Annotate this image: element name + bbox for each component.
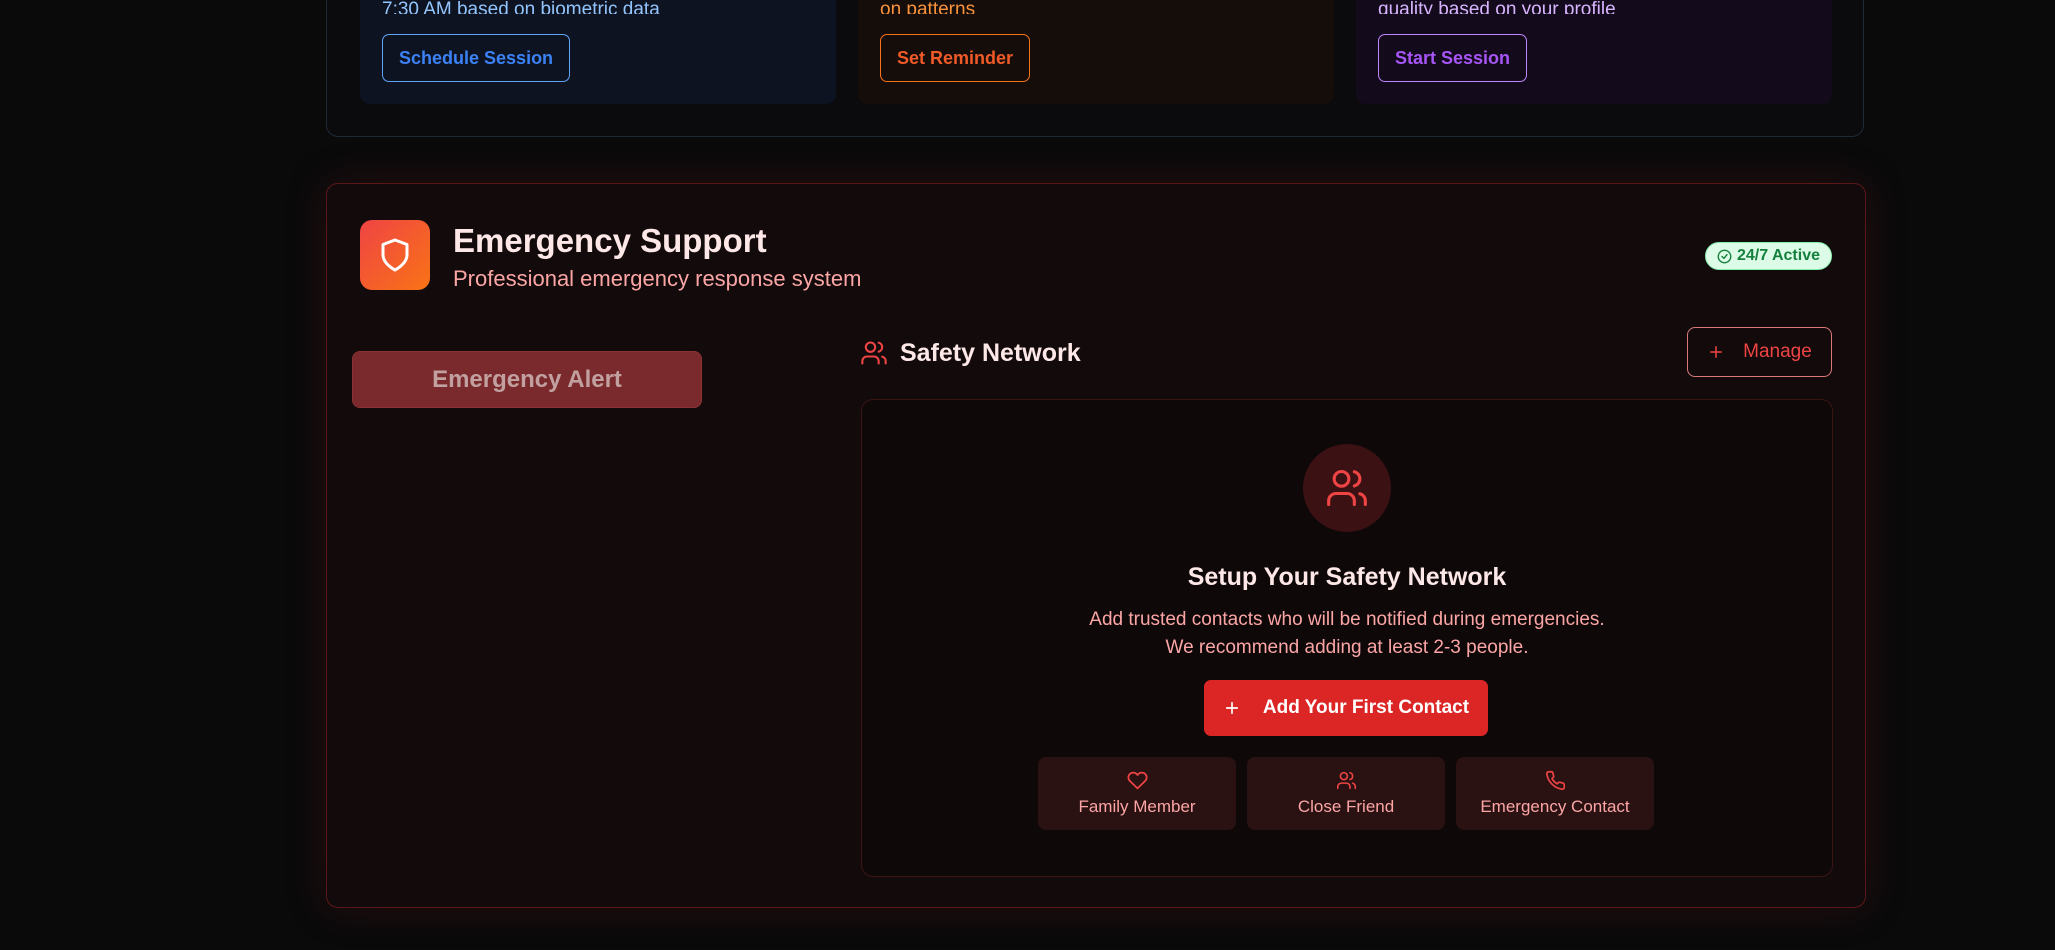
set-reminder-button[interactable]: Set Reminder [880,34,1031,82]
top-actions-section: 7:30 AM based on biometric data Schedule… [326,0,1864,137]
status-badge-label: 24/7 Active [1736,247,1820,264]
status-badge: 24/7 Active [1704,242,1832,270]
contact-type-close-friend[interactable]: Close Friend [1247,757,1445,830]
users-icon [1336,771,1356,790]
contact-type-label: Close Friend [1297,797,1395,816]
setup-description-line: We recommend adding at least 2-3 people. [1165,637,1529,658]
contact-type-label: Emergency Contact [1480,797,1630,816]
reminder-card-description: on patterns [880,0,976,14]
plus-icon [1225,701,1238,715]
emergency-support-section: Emergency Support Professional emergency… [326,183,1866,908]
setup-description-line: Add trusted contacts who will be notifie… [1089,609,1605,630]
setup-description: Add trusted contacts who will be notifie… [862,606,1832,662]
schedule-session-button[interactable]: Schedule Session [382,34,571,82]
emergency-subtitle: Professional emergency response system [453,266,862,291]
schedule-card: 7:30 AM based on biometric data Schedule… [360,0,836,104]
manage-button[interactable]: Manage [1687,327,1832,377]
reminder-card: on patterns Set Reminder [858,0,1334,104]
users-icon [860,339,888,372]
users-icon [1303,444,1391,532]
emergency-alert-button[interactable]: Emergency Alert [352,351,702,408]
contact-type-label: Family Member [1078,797,1196,816]
phone-icon [1545,770,1565,790]
add-first-contact-button[interactable]: Add Your First Contact [1204,680,1488,736]
shield-icon [360,220,430,290]
check-circle-icon [1717,249,1732,263]
start-session-button[interactable]: Start Session [1378,34,1528,82]
manage-label: Manage [1743,341,1812,362]
heart-icon [1127,771,1147,790]
session-card-description: quality based on your profile [1378,0,1616,14]
safety-network-title: Safety Network [900,339,1081,367]
plus-icon [1710,346,1723,358]
setup-heading: Setup Your Safety Network [1187,563,1507,591]
add-first-contact-label: Add Your First Contact [1262,697,1470,718]
session-card: quality based on your profile Start Sess… [1356,0,1832,104]
emergency-title: Emergency Support [453,222,767,259]
schedule-card-description: 7:30 AM based on biometric data [382,0,660,14]
safety-network-empty-state: Setup Your Safety Network Add trusted co… [861,399,1833,877]
contact-type-emergency-contact[interactable]: Emergency Contact [1456,757,1654,830]
contact-type-family-member[interactable]: Family Member [1038,757,1236,830]
